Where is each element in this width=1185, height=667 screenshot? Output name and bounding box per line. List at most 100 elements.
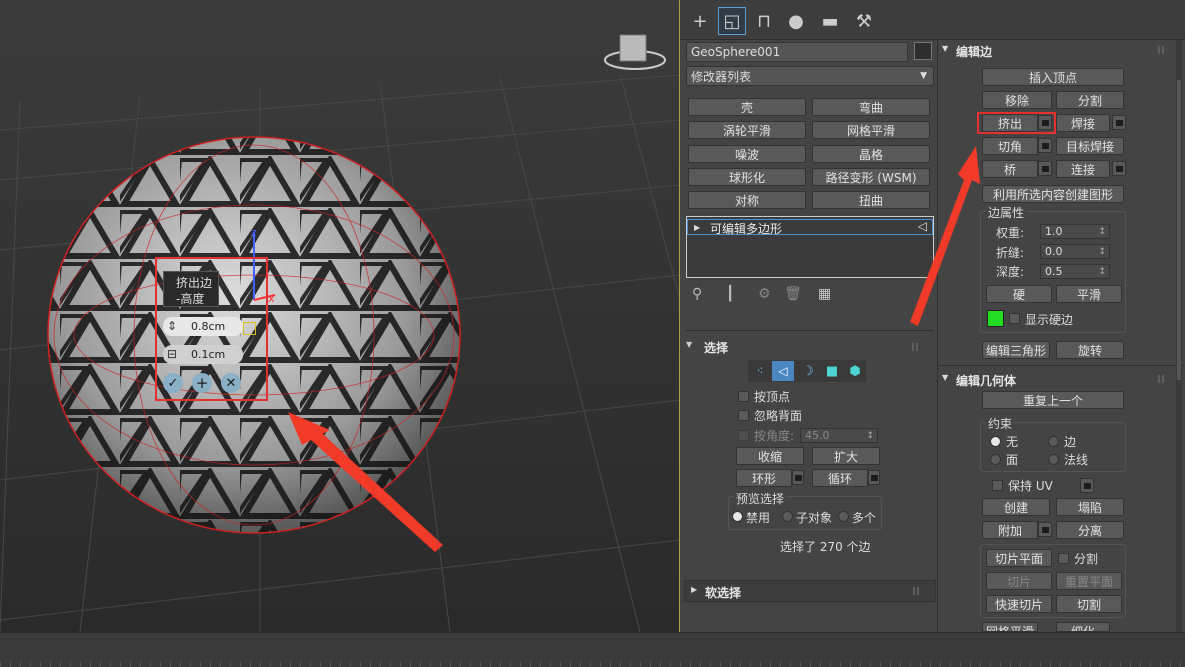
edit-edges-header[interactable]: 编辑边 [956,43,992,60]
turn-button[interactable]: 旋转 [1056,341,1124,359]
create-button[interactable]: 创建 [982,498,1050,516]
ignore-backfacing-checkbox[interactable] [738,410,749,421]
loop-spinner[interactable] [868,470,880,485]
preview-multi-radio[interactable] [838,511,849,522]
show-hard-edges-checkbox[interactable] [1009,313,1020,324]
modifier-button-symmetry[interactable]: 对称 [688,191,806,209]
connect-button[interactable]: 连接 [1056,160,1110,178]
preview-off-label: 禁用 [746,511,771,525]
edit-geometry-header[interactable]: 编辑几何体 [956,372,1016,389]
modifier-button-bend[interactable]: 弯曲 [812,98,930,116]
modifier-button-noise[interactable]: 噪波 [688,145,806,163]
shrink-button[interactable]: 收缩 [736,447,804,465]
depth-spinner[interactable]: 0.5 [1040,264,1110,279]
modify-icon[interactable]: ◱ [718,7,746,35]
weld-settings-button[interactable] [1112,115,1126,130]
bridge-button[interactable]: 桥 [982,160,1038,178]
attach-button[interactable]: 附加 [982,521,1038,539]
hierarchy-icon[interactable]: ⊓ [750,7,778,35]
create-shape-button[interactable]: 利用所选内容创建图形 [982,185,1124,203]
selection-rollout-header[interactable]: 选择 [704,339,728,356]
modifier-button-meshsmooth[interactable]: 网格平滑 [812,121,930,139]
status-bar [0,632,1185,667]
split-button[interactable]: 分割 [1056,91,1124,109]
annotation-arrow [910,146,980,326]
panel-scrollbar[interactable] [1176,40,1182,632]
meshsmooth-button[interactable]: 网格平滑 [982,622,1038,632]
show-end-result-icon[interactable]: ┃ [726,286,734,302]
grow-button[interactable]: 扩大 [812,447,880,465]
crease-spinner[interactable]: 0.0 [1040,244,1110,259]
modifier-button-spherify[interactable]: 球形化 [688,168,806,186]
rollout-collapse-icon[interactable]: ▼ [942,44,948,53]
soft-selection-rollout[interactable]: ▶ 软选择 [684,580,936,602]
preserve-uv-checkbox[interactable] [992,480,1003,491]
edge-mode-icon[interactable]: ◁ [772,361,794,381]
create-icon[interactable]: + [686,7,714,35]
stack-item[interactable]: ▶ 可编辑多边形 ◁ [687,219,933,236]
perspective-viewport[interactable]: z x 挤出边 -高度 0.8cm ⇕ 0.1cm ⊟ ✓ + ✕ [0,0,680,632]
remove-modifier-icon[interactable]: 🗑 [784,286,802,302]
collapse-button[interactable]: 塌陷 [1056,498,1124,516]
modifier-button-turbosmooth[interactable]: 涡轮平滑 [688,121,806,139]
repeat-last-button[interactable]: 重复上一个 [982,391,1124,409]
rollout-grip-icon[interactable] [1158,46,1166,54]
display-icon[interactable]: ▬ [816,7,844,35]
cut-button[interactable]: 切割 [1056,595,1122,613]
modifier-button-shell[interactable]: 壳 [688,98,806,116]
motion-icon[interactable]: ● [782,7,810,35]
insert-vertex-button[interactable]: 插入顶点 [982,68,1124,86]
attach-settings-button[interactable] [1038,522,1052,537]
slice-button[interactable]: 切片 [986,572,1052,590]
object-name-field[interactable]: GeoSphere001 [686,42,908,62]
ring-button[interactable]: 环形 [736,469,792,487]
smooth-button[interactable]: 平滑 [1056,285,1122,303]
rollout-collapse-icon[interactable]: ▼ [686,340,694,349]
by-angle-checkbox[interactable] [738,430,749,441]
split-checkbox[interactable] [1058,553,1069,564]
rollout-collapse-icon[interactable]: ▼ [942,373,948,382]
constraint-face-radio[interactable] [990,454,1001,465]
preview-subobj-radio[interactable] [782,511,793,522]
chamfer-button[interactable]: 切角 [982,137,1038,155]
make-unique-icon[interactable]: ⚙ [758,286,771,302]
polygon-mode-icon[interactable]: ■ [822,362,842,380]
slice-plane-button[interactable]: 切片平面 [986,549,1052,567]
weld-button[interactable]: 焊接 [1056,114,1110,132]
modifier-list-label: 修改器列表 [691,69,752,84]
timeline-ruler[interactable] [0,661,1185,667]
preview-off-radio[interactable] [732,511,743,522]
constraint-normal-radio[interactable] [1048,454,1059,465]
target-weld-button[interactable]: 目标焊接 [1056,137,1124,155]
weight-spinner[interactable]: 1.0 [1040,224,1110,239]
preserve-uv-settings-button[interactable] [1080,478,1094,493]
detach-button[interactable]: 分离 [1056,521,1124,539]
constraint-edge-radio[interactable] [1048,436,1059,447]
pin-stack-icon[interactable]: ⚲ [692,286,702,302]
modifier-list-dropdown[interactable]: 修改器列表 ▼ [686,66,934,86]
quickslice-button[interactable]: 快速切片 [986,595,1052,613]
reset-plane-button[interactable]: 重置平面 [1056,572,1122,590]
border-mode-icon[interactable]: ☽ [798,362,818,380]
rollout-grip-icon[interactable] [1158,375,1166,383]
by-vertex-checkbox[interactable] [738,391,749,402]
angle-spinner[interactable]: 45.0 [800,428,878,443]
configure-sets-icon[interactable]: ▦ [818,286,831,302]
constraint-none-radio[interactable] [990,436,1001,447]
expand-arrow-icon: ▶ [694,223,701,232]
chamfer-settings-button[interactable] [1038,138,1052,153]
remove-button[interactable]: 移除 [982,91,1052,109]
rollout-grip-icon[interactable] [912,343,920,351]
loop-button[interactable]: 循环 [812,469,868,487]
object-color-swatch[interactable] [914,42,932,60]
hard-button[interactable]: 硬 [986,285,1052,303]
bridge-settings-button[interactable] [1038,161,1052,176]
tessellate-button[interactable]: 细化 [1056,622,1110,632]
utilities-icon[interactable]: ⚒ [850,7,878,35]
edit-triangulation-button[interactable]: 编辑三角形 [982,341,1050,359]
connect-settings-button[interactable] [1112,161,1126,176]
panel-scrollbar-thumb[interactable] [1177,80,1181,380]
ring-spinner[interactable] [792,470,804,485]
element-mode-icon[interactable]: ⬢ [845,362,865,380]
vertex-mode-icon[interactable]: ⁖ [750,362,770,380]
